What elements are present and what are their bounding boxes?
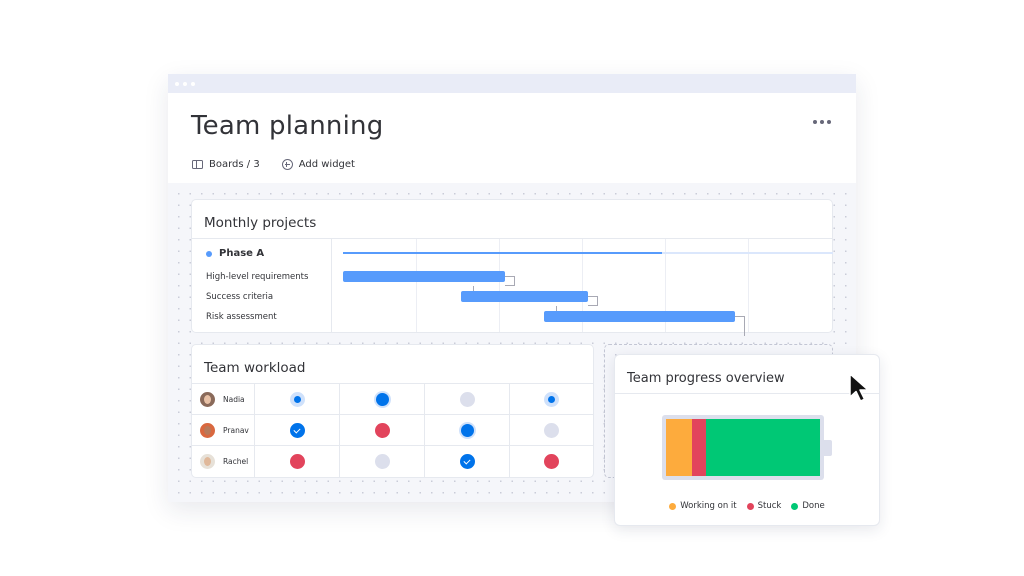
widget-title: Monthly projects — [204, 215, 317, 231]
status-empty-indicator[interactable] — [544, 422, 559, 438]
phase-dot-icon — [206, 250, 212, 257]
legend-label: Working on it — [680, 501, 737, 511]
status-working-light-indicator[interactable] — [544, 391, 559, 407]
add-widget-button[interactable]: Add widget — [281, 159, 355, 170]
dependency-connector — [504, 276, 515, 286]
status-working-indicator[interactable] — [375, 392, 389, 406]
legend-label: Stuck — [757, 501, 782, 511]
avatar[interactable] — [200, 391, 215, 407]
widget-divider — [615, 393, 879, 394]
chart-legend: Working on it Stuck Done — [615, 501, 879, 511]
battery-chart — [662, 415, 824, 480]
status-working-light-indicator[interactable] — [289, 391, 305, 407]
add-widget-label: Add widget — [298, 159, 355, 170]
dashboard-toolbar: Boards / 3 Add widget — [192, 159, 355, 170]
workload-cell — [340, 446, 425, 477]
avatar-face — [204, 425, 211, 435]
workload-cell — [510, 415, 593, 446]
status-done-check-icon[interactable] — [459, 454, 475, 469]
workload-cell — [510, 384, 593, 415]
gantt-labels: Phase A High-level requirements Success … — [192, 239, 332, 332]
status-stuck-indicator[interactable] — [374, 422, 390, 438]
workload-cell — [340, 415, 425, 446]
workload-cell — [425, 415, 510, 446]
task-label[interactable]: High-level requirements — [206, 272, 308, 282]
team-workload-widget: Team workload Nadia Pranav Rachel — [191, 344, 594, 478]
avatar[interactable] — [200, 454, 215, 469]
battery-segment-done[interactable] — [706, 419, 820, 476]
legend-item: Stuck — [746, 501, 782, 511]
gantt-bar[interactable] — [343, 271, 505, 282]
more-dot — [827, 120, 831, 124]
status-stuck-indicator[interactable] — [544, 454, 559, 469]
task-label[interactable]: Success criteria — [206, 292, 273, 302]
workload-cell — [255, 415, 340, 446]
more-dot — [820, 120, 824, 124]
avatar-face — [204, 457, 211, 466]
status-working-indicator[interactable] — [460, 423, 474, 437]
person-name: Rachel — [223, 457, 249, 466]
workload-cell — [510, 446, 593, 477]
workload-cell — [255, 384, 340, 415]
status-stuck-indicator[interactable] — [289, 454, 305, 469]
team-progress-widget[interactable]: Team progress overview Working on it Stuc… — [614, 354, 880, 526]
window-dot-icon — [191, 81, 195, 86]
person-cell: Nadia — [192, 384, 255, 415]
more-options-button[interactable] — [813, 120, 831, 124]
status-empty-indicator[interactable] — [374, 454, 390, 469]
avatar[interactable] — [200, 422, 215, 438]
more-horizontal-icon — [813, 120, 817, 124]
workload-cell — [340, 384, 425, 415]
page-title: Team planning — [191, 111, 384, 141]
plus-circle-icon — [281, 159, 293, 170]
legend-swatch-icon — [791, 502, 799, 510]
board-icon — [192, 160, 203, 169]
gantt-timeline — [333, 239, 833, 336]
task-label[interactable]: Risk assessment — [206, 312, 277, 322]
workload-cell — [255, 446, 340, 477]
phase-name: Phase A — [219, 248, 265, 259]
boards-button[interactable]: Boards / 3 — [192, 159, 260, 170]
legend-item: Working on it — [669, 501, 737, 511]
legend-label: Done — [802, 501, 825, 511]
gantt-bar[interactable] — [460, 291, 588, 302]
window-dot-icon — [175, 81, 179, 86]
dependency-connector — [588, 296, 598, 306]
person-name: Pranav — [223, 425, 249, 435]
gantt-bar[interactable] — [543, 311, 735, 322]
workload-cell — [425, 446, 510, 477]
workload-cell — [425, 384, 510, 415]
battery-segment-stuck[interactable] — [692, 419, 707, 476]
status-done-check-icon[interactable] — [289, 422, 305, 438]
legend-swatch-icon — [669, 502, 677, 510]
phase-label[interactable]: Phase A — [206, 248, 264, 259]
battery-segment-working-on-it[interactable] — [666, 419, 693, 476]
widget-title: Team workload — [204, 360, 306, 376]
monthly-projects-widget: Monthly projects Phase A High-level requ… — [191, 199, 833, 336]
window-titlebar — [168, 74, 856, 93]
phase-remaining-line — [661, 252, 833, 254]
battery-tip — [824, 440, 832, 456]
person-cell: Pranav — [192, 415, 255, 446]
legend-item: Done — [791, 501, 825, 511]
person-cell: Rachel — [192, 446, 255, 477]
window-dot-icon — [183, 81, 187, 86]
boards-label: Boards / 3 — [209, 159, 260, 170]
widget-title: Team progress overview — [627, 371, 785, 386]
phase-progress-line — [343, 252, 662, 254]
legend-swatch-icon — [746, 502, 754, 510]
person-name: Nadia — [223, 394, 245, 404]
avatar-face — [204, 394, 211, 404]
status-empty-indicator[interactable] — [459, 391, 475, 407]
workload-table: Nadia Pranav Rachel — [192, 384, 593, 477]
mouse-cursor-icon — [849, 373, 869, 402]
dependency-connector — [735, 316, 745, 336]
